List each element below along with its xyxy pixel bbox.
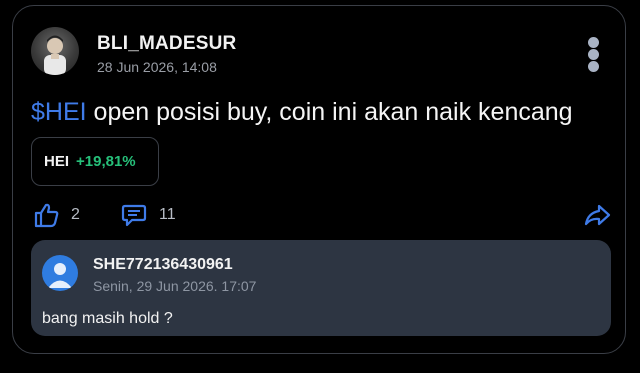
author-username[interactable]: BLI_MADESUR: [97, 33, 236, 55]
post-actions: 2 11: [33, 202, 613, 232]
post-body: open posisi buy, coin ini akan naik kenc…: [86, 98, 573, 126]
post-card: BLI_MADESUR 28 Jun 2026, 14:08 $HEI open…: [12, 5, 626, 354]
user-placeholder-icon: [48, 263, 72, 288]
avatar-photo: [44, 35, 66, 75]
post-text: $HEI open posisi buy, coin ini akan naik…: [31, 98, 573, 127]
comment-icon: [121, 204, 147, 227]
thumbs-up-icon: [34, 203, 59, 228]
coin-symbol: HEI: [44, 153, 70, 170]
comment-button[interactable]: 11: [121, 202, 176, 228]
post-timestamp: 28 Jun 2026, 14:08: [97, 59, 217, 75]
share-icon: [584, 204, 611, 226]
coin-change: +19,81%: [76, 153, 136, 170]
reply-text: bang masih hold ?: [42, 310, 173, 327]
more-vertical-icon-dot: [588, 37, 599, 48]
share-button[interactable]: [583, 202, 611, 228]
coin-price-chip[interactable]: HEI +19,81%: [31, 137, 159, 186]
reply-timestamp: Senin, 29 Jun 2026. 17:07: [93, 278, 257, 294]
more-vertical-icon-dot: [588, 49, 599, 60]
reply-username[interactable]: SHE772136430961: [93, 256, 233, 274]
author-avatar[interactable]: [31, 27, 79, 75]
reply-comment[interactable]: SHE772136430961 Senin, 29 Jun 2026. 17:0…: [31, 240, 611, 336]
like-count: 2: [71, 206, 80, 223]
comment-count: 11: [159, 206, 176, 223]
ticker-link[interactable]: $HEI: [31, 98, 87, 126]
more-options-button[interactable]: [583, 35, 603, 75]
reply-avatar[interactable]: [42, 255, 78, 291]
more-vertical-icon-dot: [588, 61, 599, 72]
like-button[interactable]: 2: [33, 202, 80, 228]
